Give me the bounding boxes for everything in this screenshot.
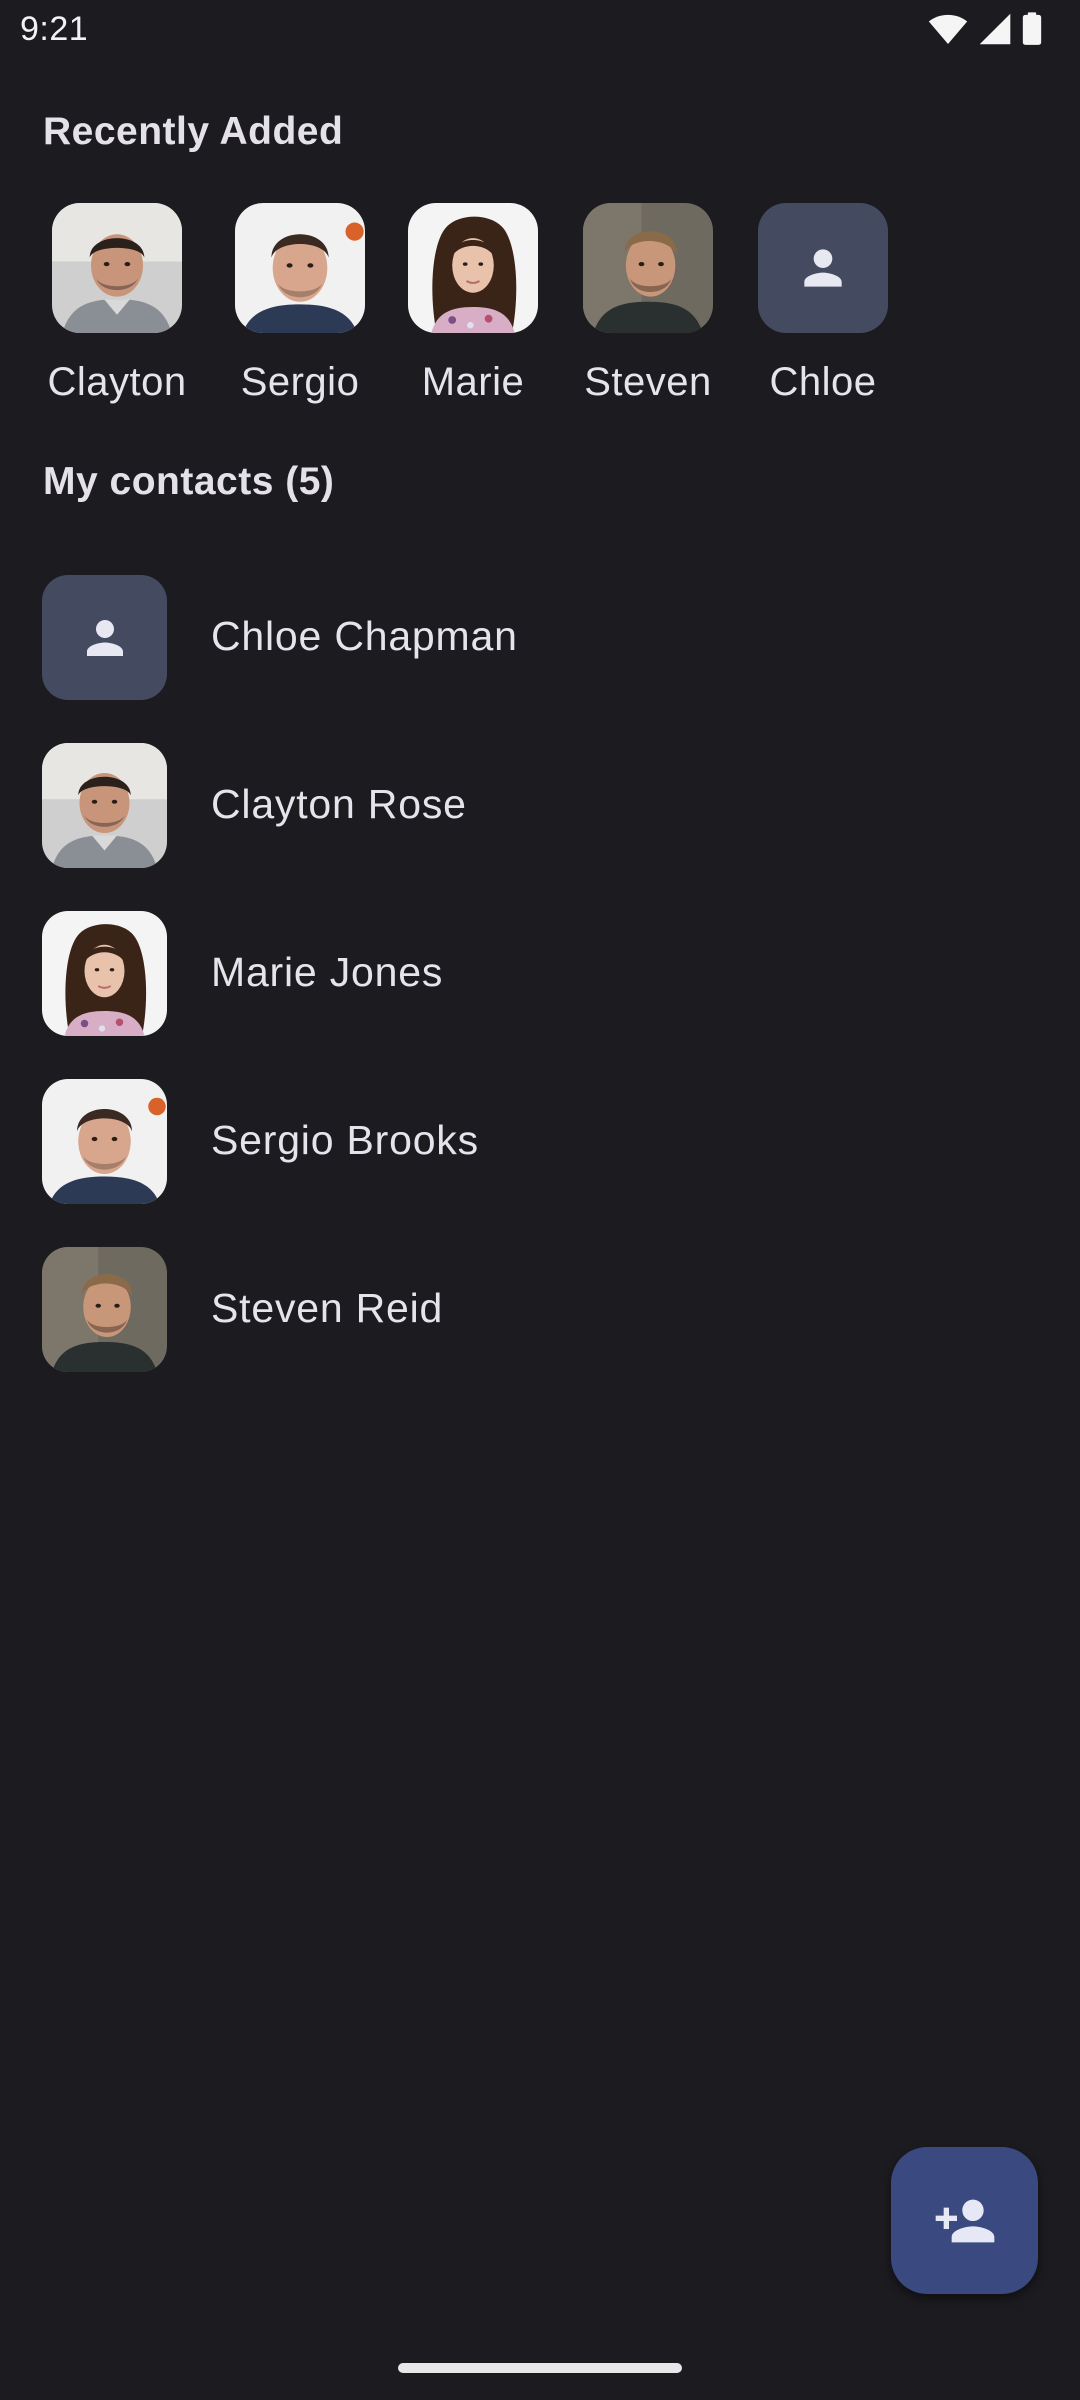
my-contacts-heading: My contacts (5) [43,460,335,503]
contact-name: Chloe Chapman [211,613,518,659]
recent-contact-name: Chloe [769,360,877,404]
person-placeholder-icon [42,575,167,700]
contact-row-marie-jones[interactable]: Marie Jones [0,911,1080,1079]
avatar [52,203,182,333]
wifi-icon [928,12,968,46]
contact-name: Clayton Rose [211,781,467,827]
add-person-icon [935,2199,994,2242]
contact-name: Sergio Brooks [211,1117,479,1163]
contact-name: Steven Reid [211,1285,444,1331]
avatar [42,911,167,1036]
recent-contact-steven[interactable]: Steven [558,203,738,413]
avatar [42,1079,167,1204]
avatar [583,203,713,333]
contact-name: Marie Jones [211,949,444,995]
add-contact-button[interactable] [891,2147,1038,2294]
contact-row-chloe-chapman[interactable]: Chloe Chapman [0,575,1080,743]
avatar [235,203,365,333]
contact-row-clayton-rose[interactable]: Clayton Rose [0,743,1080,911]
contact-row-sergio-brooks[interactable]: Sergio Brooks [0,1079,1080,1247]
contact-row-steven-reid[interactable]: Steven Reid [0,1247,1080,1415]
recently-added-heading: Recently Added [43,110,344,153]
status-icons [928,12,1042,46]
recent-contact-name: Marie [421,360,525,404]
battery-icon [1022,12,1042,46]
status-time: 9:21 [20,10,89,48]
person-placeholder-icon [758,203,888,333]
recent-contact-chloe[interactable]: Chloe [733,203,913,413]
recent-contact-clayton[interactable]: Clayton [27,203,207,413]
recent-contact-name: Clayton [47,360,187,404]
recent-contact-sergio[interactable]: Sergio [210,203,390,413]
avatar [42,743,167,868]
recent-contact-name: Sergio [240,360,360,404]
gesture-navigation-bar[interactable] [398,2363,682,2373]
avatar [42,1247,167,1372]
avatar [408,203,538,333]
cell-signal-icon [978,12,1012,46]
recent-contact-name: Steven [584,360,712,404]
status-bar: 9:21 [0,0,1080,64]
recent-contact-marie[interactable]: Marie [383,203,563,413]
